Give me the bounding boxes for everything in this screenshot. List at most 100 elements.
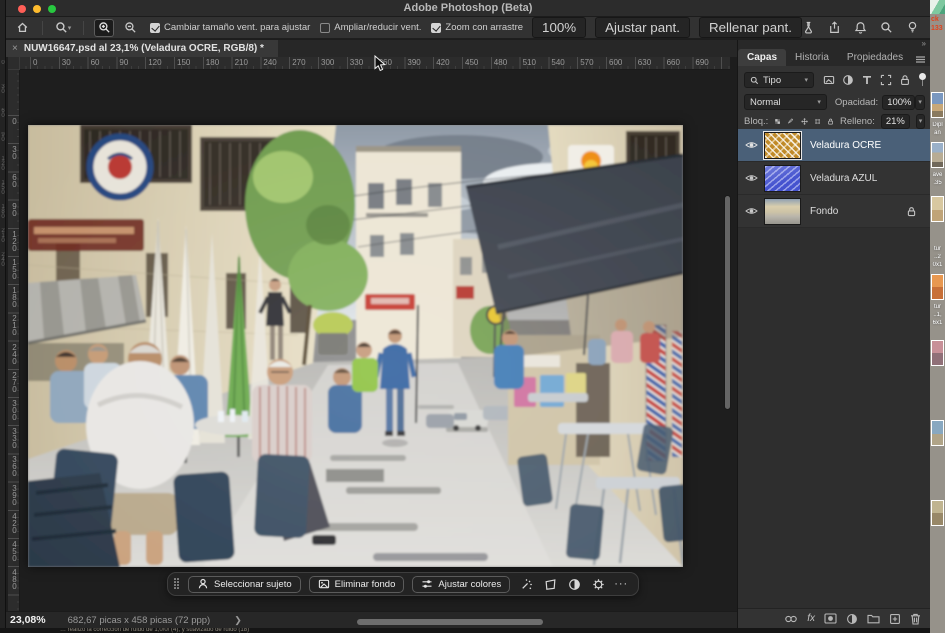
panel-tabs: Capas Historia Propiedades [738,48,931,66]
zoom-100-button[interactable]: 100% [532,17,586,38]
discover-lightbulb-icon[interactable] [906,21,919,34]
layer-style-fx-icon[interactable]: fx [807,613,815,624]
window-title: Adobe Photoshop (Beta) [6,2,930,14]
layer-row-veladura-azul[interactable]: Veladura AZUL [738,162,931,195]
beta-flask-icon[interactable] [802,21,815,34]
desktop-file-label: tur [930,246,945,253]
desktop-file-label: Dipl [930,122,945,129]
layer-thumbnail[interactable] [764,132,801,159]
opacity-value[interactable]: 100% [882,95,915,110]
home-icon [16,21,29,34]
link-layers-icon[interactable] [784,614,798,624]
visibility-toggle[interactable] [738,173,764,183]
lock-position-icon[interactable] [801,116,808,127]
canvas-vertical-scrollbar[interactable] [723,75,732,608]
layer-name[interactable]: Fondo [810,206,838,217]
layer-locked-badge [906,206,917,217]
checkbox-icon [320,23,330,33]
canvas-image[interactable] [28,125,683,567]
lock-label: Bloq.: [744,116,768,127]
layer-filter-select[interactable]: Tipo ▾ [744,72,814,88]
zoom-out-button[interactable] [120,19,140,37]
layer-row-veladura-ocre[interactable]: Veladura OCRE [738,129,931,162]
desktop-file-thumbnail [931,196,944,222]
layer-thumbnail[interactable] [764,198,801,225]
share-icon[interactable] [828,21,841,34]
home-button[interactable] [12,19,32,37]
half-circle-adjustment-icon [568,578,581,591]
checkbox-resize-window[interactable]: Cambiar tamaño vent. para ajustar [150,22,310,33]
layer-row-fondo[interactable]: Fondo [738,195,931,228]
taskbar-drag-handle[interactable] [174,578,180,590]
new-layer-icon[interactable] [889,613,901,625]
adjustment-layer-icon[interactable] [846,613,858,625]
magic-wand-button[interactable] [518,576,534,592]
more-options-button[interactable]: ··· [614,578,628,590]
search-icon[interactable] [880,21,893,34]
screen: 0306090120150180210240 Adobe Photoshop (… [0,0,945,633]
zoom-tool-button[interactable]: ▾ [53,19,73,37]
vertical-scrollbar-thumb[interactable] [724,195,731,410]
fill-label: Relleno: [840,116,875,127]
generate-button[interactable] [590,576,606,592]
image-icon [318,578,330,590]
remove-background-button[interactable]: Eliminar fondo [309,576,405,593]
layer-name[interactable]: Veladura OCRE [810,140,881,151]
checkbox-scrubby-zoom[interactable]: Zoom con arrastre [431,22,523,33]
desktop-file-label: ave [930,172,945,179]
layer-name[interactable]: Veladura AZUL [810,173,877,184]
desktop-file-thumbnail [931,142,944,168]
delete-layer-trash-icon[interactable] [910,613,921,625]
eye-icon [745,206,758,216]
filter-toggle[interactable] [918,73,925,87]
divider [83,21,84,35]
ruler-origin-corner [8,57,20,70]
zoom-level-field[interactable]: 23,08% [6,614,54,626]
lock-artboard-icon[interactable] [814,116,821,127]
select-subject-button[interactable]: Seleccionar sujeto [188,576,301,593]
photoshop-window: Adobe Photoshop (Beta) ▾ [6,0,930,628]
contextual-taskbar: Seleccionar sujeto Eliminar fondo Ajusta… [167,572,639,596]
fit-screen-button[interactable]: Ajustar pant. [595,17,690,38]
opacity-dropdown-button[interactable]: ▾ [915,95,925,110]
add-mask-icon[interactable] [824,613,837,624]
tab-history[interactable]: Historia [786,49,838,66]
lock-all-icon[interactable] [827,116,834,127]
horizontal-scrollbar-thumb[interactable] [357,619,543,625]
filter-shape-layers-icon[interactable] [880,74,892,86]
panel-menu-icon[interactable] [915,55,926,66]
checkbox-icon [431,23,441,33]
status-chevron-icon[interactable]: ❯ [234,615,242,626]
fill-value[interactable]: 21% [881,114,910,129]
desktop-file-label: an [930,130,945,137]
filter-smart-objects-icon[interactable] [899,74,911,86]
notifications-bell-icon[interactable] [854,21,867,34]
blend-mode-select[interactable]: Normal ▾ [744,94,827,110]
lock-transparency-icon[interactable] [774,116,781,127]
visibility-toggle[interactable] [738,206,764,216]
transform-button[interactable] [542,576,558,592]
collapse-dock-icon[interactable]: » [922,39,925,48]
lock-pixels-brush-icon[interactable] [787,116,794,127]
checkbox-zoom-all-windows[interactable]: Ampliar/reducir vent. [320,22,421,33]
fill-dropdown-button[interactable]: ▾ [916,114,925,129]
adjustment-preset-button[interactable] [566,576,582,592]
tab-layers[interactable]: Capas [738,49,786,66]
layers-panel-dock: » Capas Historia Propiedades Tipo ▾ [737,40,930,628]
close-tab-icon[interactable]: × [12,44,18,54]
filter-adjustment-layers-icon[interactable] [842,74,854,86]
checkbox-label: Zoom con arrastre [445,22,523,33]
filter-type-layers-icon[interactable] [861,74,873,86]
fill-screen-button[interactable]: Rellenar pant. [699,17,802,38]
adjust-colors-button[interactable]: Ajustar colores [412,576,510,593]
document-tab-title: NUW16647.psd al 23,1% (Veladura OCRE, RG… [24,43,264,54]
tab-properties[interactable]: Propiedades [838,49,912,66]
checkbox-icon [150,23,160,33]
visibility-toggle[interactable] [738,140,764,150]
filter-pixel-layers-icon[interactable] [823,74,835,86]
new-group-folder-icon[interactable] [867,613,880,624]
zoom-in-button[interactable] [94,19,114,37]
document-tab[interactable]: × NUW16647.psd al 23,1% (Veladura OCRE, … [6,40,278,57]
layer-thumbnail[interactable] [764,165,801,192]
checkbox-label: Ampliar/reducir vent. [334,22,421,33]
